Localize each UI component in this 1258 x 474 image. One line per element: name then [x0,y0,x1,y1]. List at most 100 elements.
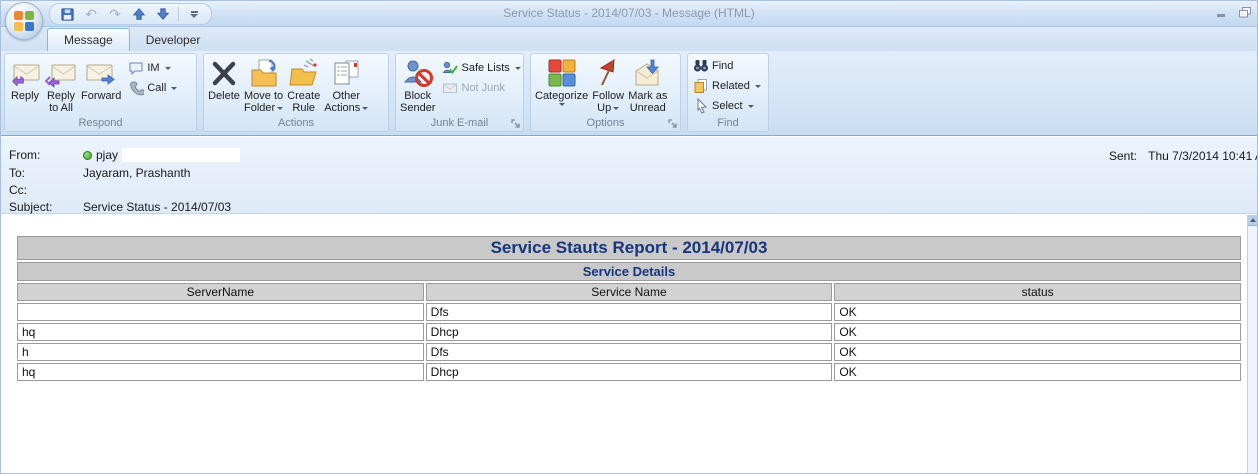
service-cell: Dfs [426,343,833,361]
select-button[interactable]: Select [690,96,757,116]
reply-to-all-button[interactable]: Reply to All [43,56,79,114]
restore-icon[interactable] [1237,5,1253,19]
dropdown-arrow-icon [362,107,368,110]
reply-icon [9,57,41,89]
tab-developer[interactable]: Developer [130,29,217,51]
window-title: Service Status - 2014/07/03 - Message (H… [1,6,1257,20]
to-label: To: [9,166,83,180]
create-rule-icon [288,57,320,89]
status-cell: OK [834,323,1241,341]
dropdown-arrow-icon [515,67,521,70]
message-header-pane: From: pjay To: Jayaram, Prashanth Cc: Su… [1,137,1257,214]
table-row: hq Dhcp OK [17,363,1241,381]
tab-message[interactable]: Message [47,28,130,51]
table-row: Dfs OK [17,303,1241,321]
move-to-folder-button[interactable]: Move to Folder [242,56,285,114]
office-button[interactable] [5,2,43,40]
vertical-scrollbar[interactable] [1247,215,1257,473]
forward-button[interactable]: Forward [79,56,123,102]
options-dialog-launcher-icon[interactable] [667,118,678,129]
group-find: Find Related Select Find [687,53,769,132]
other-actions-button[interactable]: Other Actions [322,56,370,114]
related-button[interactable]: Related [690,76,764,96]
sent-value: Thu 7/3/2014 10:41 A [1148,149,1258,163]
safe-lists-button[interactable]: Safe Lists [439,58,523,78]
sent-label: Sent: [1109,149,1137,163]
from-label: From: [9,148,83,162]
mark-as-unread-icon [632,57,664,89]
categorize-icon [546,57,578,89]
find-button[interactable]: Find [690,56,736,76]
group-options: Categorize Follow Up Mark as Unread [530,53,681,132]
block-sender-icon [402,57,434,89]
from-value[interactable]: pjay [96,148,118,162]
forward-icon [85,57,117,89]
server-cell [17,303,424,321]
subject-value: Service Status - 2014/07/03 [83,200,231,214]
follow-up-icon [592,57,624,89]
related-icon [693,78,709,94]
server-cell: hq [17,363,424,381]
follow-up-button[interactable]: Follow Up [590,56,626,114]
group-label-junk: Junk E-mail [396,116,523,131]
im-icon [128,60,144,76]
reply-all-icon [45,57,77,89]
not-junk-button: Not Junk [439,78,523,98]
service-cell: Dhcp [426,323,833,341]
scroll-up-icon[interactable] [1248,215,1257,226]
table-title-row: Service Stauts Report - 2014/07/03 [17,236,1241,260]
minimize-icon[interactable] [1213,5,1229,19]
report-title: Service Stauts Report - 2014/07/03 [17,236,1241,260]
table-row: hq Dhcp OK [17,323,1241,341]
group-respond: Reply Reply to All Forward IM [4,53,197,132]
group-junk-email: Block Sender Safe Lists Not Junk [395,53,524,132]
delete-button[interactable]: Delete [206,56,242,102]
ribbon-tab-strip: Message Developer [1,27,1257,51]
window-controls [1213,5,1253,19]
group-label-respond: Respond [5,116,196,131]
group-label-find: Find [688,116,768,131]
cc-row: Cc: [9,183,83,197]
col-header-servicename: Service Name [426,283,833,301]
create-rule-button[interactable]: Create Rule [285,56,322,114]
block-sender-button[interactable]: Block Sender [398,56,437,114]
dropdown-arrow-icon [171,87,177,90]
group-actions: Delete Move to Folder Create Rule O [203,53,389,132]
cc-label: Cc: [9,183,83,197]
report-section-title: Service Details [17,262,1241,281]
table-header-row: ServerName Service Name status [17,283,1241,301]
call-button[interactable]: Call [125,78,180,98]
mark-as-unread-button[interactable]: Mark as Unread [626,56,669,114]
move-to-folder-icon [248,57,280,89]
col-header-servername: ServerName [17,283,424,301]
service-cell: Dhcp [426,363,833,381]
delete-icon [208,57,240,89]
dropdown-arrow-icon [613,107,619,110]
server-cell: hq [17,323,424,341]
service-cell: Dfs [426,303,833,321]
im-button[interactable]: IM [125,58,180,78]
message-window: ↶ ↷ Service Status - 2014/07/03 - Messag… [0,0,1258,474]
group-label-options: Options [531,116,680,131]
presence-online-icon [83,151,92,160]
subject-row: Subject: Service Status - 2014/07/03 [9,200,231,214]
dropdown-arrow-icon [277,107,283,110]
status-cell: OK [834,363,1241,381]
not-junk-icon [442,80,458,96]
other-actions-icon [330,57,362,89]
dropdown-arrow-icon [748,105,754,108]
call-icon [128,80,144,96]
status-cell: OK [834,303,1241,321]
dropdown-arrow-icon [755,85,761,88]
to-value[interactable]: Jayaram, Prashanth [83,166,190,180]
categorize-button[interactable]: Categorize [533,56,590,106]
select-icon [693,98,709,114]
sent-row: Sent: Thu 7/3/2014 10:41 A [1109,149,1258,163]
find-icon [693,58,709,74]
reply-button[interactable]: Reply [7,56,43,102]
table-section-row: Service Details [17,262,1241,281]
from-row: From: pjay [9,148,240,162]
group-label-actions: Actions [204,116,388,131]
redaction-block [122,148,240,162]
junk-dialog-launcher-icon[interactable] [510,118,521,129]
